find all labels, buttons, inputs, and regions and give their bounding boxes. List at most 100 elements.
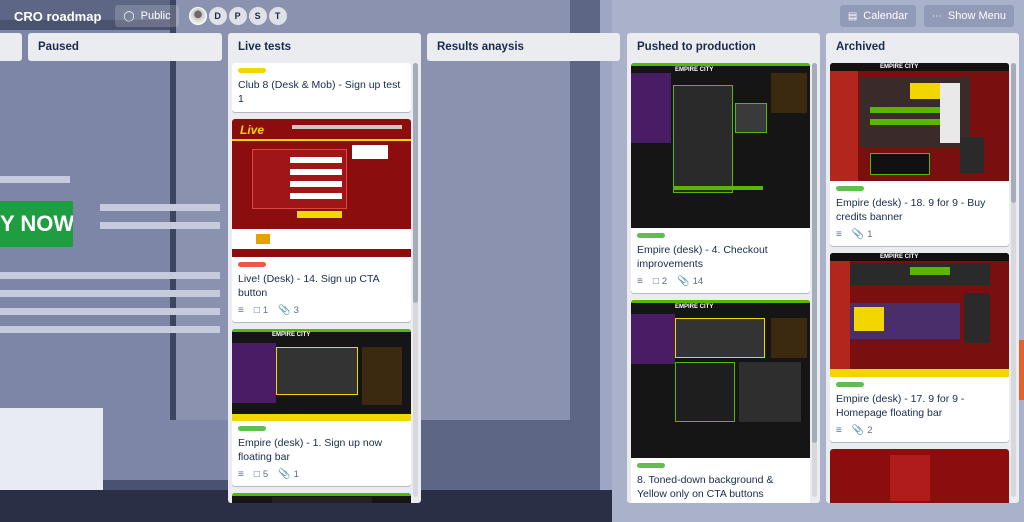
cover-divider	[673, 186, 763, 190]
board-members: D P S T	[188, 7, 287, 25]
card-body: Empire (desk) - 1. Sign up now floating …	[232, 421, 411, 486]
attachments-badge: 📎 1	[278, 469, 299, 480]
cover-logo: EMPIRE CITY	[880, 64, 919, 70]
avatar[interactable]	[188, 7, 207, 25]
cover-logo: EMPIRE CITY	[675, 67, 714, 73]
description-badge: ≡	[836, 425, 842, 436]
comment-count: 5	[262, 469, 269, 480]
card-title: Club 8 (Desk & Mob) - Sign up test 1	[238, 79, 401, 105]
paperclip-icon: 📎	[278, 469, 291, 480]
card-title: Live! (Desk) - 14. Sign up CTA button	[238, 273, 380, 299]
list-title[interactable]: Pushed to production	[627, 33, 820, 61]
card-body: Empire (desk) - 4. Checkout improvements…	[631, 228, 810, 293]
attachments-badge: 📎 1	[852, 229, 873, 240]
list-title[interactable]: Results anaysis	[427, 33, 620, 61]
comments-badge: □ 5	[254, 469, 268, 480]
scrollbar-thumb[interactable]	[413, 63, 418, 303]
cover-summary	[735, 103, 767, 133]
calendar-icon: ▤	[847, 10, 858, 22]
card-cover-image: EMPIRE CITY	[830, 63, 1009, 181]
card-body: 8. Toned-down background & Yellow only o…	[631, 458, 810, 503]
member-avatar[interactable]: S	[248, 7, 267, 25]
member-avatar[interactable]: D	[208, 7, 227, 25]
list-live-tests[interactable]: Live tests Club 8 (Desk & Mob) - Sign up…	[228, 33, 421, 503]
visibility-label: Public	[140, 10, 171, 22]
card[interactable]: EMPIRE CITY Empire (desk) - 4. Checkout …	[631, 63, 810, 293]
card-label-green[interactable]	[637, 463, 665, 468]
scrollbar-thumb[interactable]	[812, 63, 817, 443]
card-body: Empire (desk) - 18. 9 for 9 - Buy credit…	[830, 181, 1009, 246]
comment-icon: □	[253, 469, 260, 480]
card-label-green[interactable]	[637, 233, 665, 238]
card-cover-image: EMPIRE CITY	[830, 253, 1009, 377]
card[interactable]: EMPIRE CITY Empire (desk) - 18. 9 for 9 …	[830, 63, 1009, 246]
comment-count: 2	[661, 276, 668, 287]
member-avatar[interactable]: P	[228, 7, 247, 25]
card-body: Club 8 (Desk & Mob) - Sign up test 1	[232, 63, 411, 112]
cover-checkout-form	[673, 85, 733, 193]
background-line	[0, 326, 220, 333]
scrollbar[interactable]	[1011, 63, 1016, 497]
cover-sidebar	[940, 83, 960, 143]
card-cover-image: EMPIRE CITY	[631, 63, 810, 228]
cover-nav	[292, 125, 402, 129]
card[interactable]	[830, 449, 1009, 503]
card[interactable]: Club 8 (Desk & Mob) - Sign up test 1	[232, 63, 411, 112]
card-body: Live! (Desk) - 14. Sign up CTA button ≡ …	[232, 257, 411, 322]
cover-cta	[297, 211, 342, 218]
card-cover-image	[830, 449, 1009, 503]
card[interactable]: EMPIRE CITY Empire (desk) - 17. 9 for 9 …	[830, 253, 1009, 442]
member-avatar[interactable]: T	[268, 7, 287, 25]
cover-input	[290, 193, 342, 199]
list-results-analysis[interactable]: Results anaysis	[427, 33, 620, 61]
card-badges: ≡ □ 1 📎 3	[238, 305, 405, 316]
list-title[interactable]: Live tests	[228, 33, 421, 61]
list-pushed-to-production[interactable]: Pushed to production EMPIRE CITY Empire …	[627, 33, 820, 503]
paperclip-icon: 📎	[278, 305, 291, 316]
cover-art	[830, 261, 850, 377]
card-label-red[interactable]	[238, 262, 266, 267]
card-label-yellow[interactable]	[238, 68, 266, 73]
calendar-button[interactable]: ▤ Calendar	[839, 5, 916, 27]
card-title: Empire (desk) - 1. Sign up now floating …	[238, 437, 383, 463]
list-title[interactable]: Paused	[28, 33, 222, 61]
cover-skyline	[771, 73, 807, 113]
list-title[interactable]: Archived	[826, 33, 1019, 61]
cover-skyline	[362, 347, 402, 405]
card-badges: ≡ □ 5 📎 1	[238, 469, 405, 480]
attachment-count: 1	[293, 469, 299, 480]
card-badges: ≡ □ 2 📎 14	[637, 276, 804, 287]
card[interactable]: EMPIRE CITY 8. Toned-down background & Y…	[631, 300, 810, 503]
board-title[interactable]: CRO roadmap	[14, 9, 101, 24]
card-label-green[interactable]	[836, 186, 864, 191]
card[interactable]: EMPIRE CITY Empire (desk) - 1. Sign up n…	[232, 329, 411, 486]
show-menu-button[interactable]: ⋯ Show Menu	[923, 5, 1014, 27]
cover-banner	[870, 153, 930, 175]
description-icon: ≡	[238, 305, 244, 316]
list-archived[interactable]: Archived EMPIRE CITY Empire (desk) - 18.…	[826, 33, 1019, 503]
paperclip-icon: 📎	[677, 276, 690, 287]
card-list: Club 8 (Desk & Mob) - Sign up test 1 Liv…	[232, 63, 411, 503]
comment-icon: □	[652, 276, 659, 287]
card-list: EMPIRE CITY Empire (desk) - 4. Checkout …	[631, 63, 810, 503]
card-label-green[interactable]	[836, 382, 864, 387]
cover-art	[830, 71, 858, 181]
card-cover-image: Live	[232, 119, 411, 257]
card[interactable]	[232, 493, 411, 503]
card-label-green[interactable]	[238, 426, 266, 431]
card-list: EMPIRE CITY Empire (desk) - 18. 9 for 9 …	[830, 63, 1009, 503]
show-menu-label: Show Menu	[947, 10, 1006, 22]
list-paused[interactable]: Paused	[28, 33, 222, 61]
scrollbar-thumb[interactable]	[1011, 63, 1016, 203]
background-line	[0, 308, 220, 315]
cover-badge	[256, 234, 270, 244]
description-icon: ≡	[836, 425, 842, 436]
scrollbar[interactable]	[812, 63, 817, 497]
card[interactable]: Live Live! (Desk) - 14. Sign up CTA butt…	[232, 119, 411, 322]
comment-icon: □	[253, 305, 260, 316]
scrollbar[interactable]	[413, 63, 418, 497]
cover-dealer	[960, 137, 984, 173]
card-title: Empire (desk) - 17. 9 for 9 - Homepage f…	[836, 393, 965, 419]
visibility-button[interactable]: ◯ Public	[115, 5, 179, 27]
calendar-label: Calendar	[863, 10, 908, 22]
